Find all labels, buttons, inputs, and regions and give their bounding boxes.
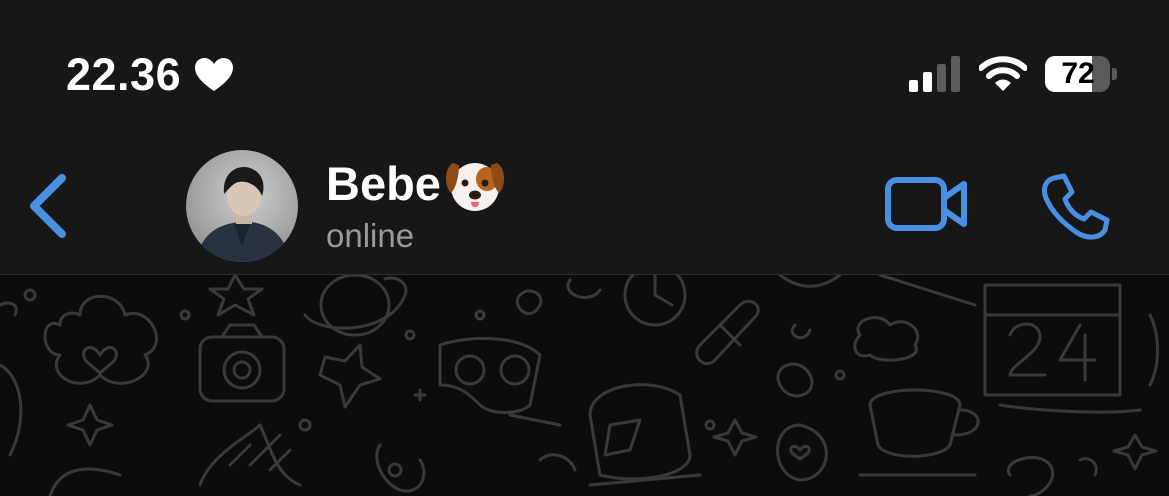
chat-wallpaper-doodles bbox=[0, 275, 1159, 496]
chevron-left-icon[interactable] bbox=[24, 172, 70, 240]
battery-cap bbox=[1112, 68, 1117, 80]
phone-icon[interactable] bbox=[1040, 172, 1112, 242]
heart-icon bbox=[195, 58, 234, 91]
system-icons: 72 bbox=[909, 52, 1117, 96]
contact-name: Bebe bbox=[326, 157, 441, 210]
contact-status: online bbox=[326, 217, 415, 254]
battery-indicator: 72 bbox=[1045, 54, 1117, 94]
status-bar: 22.36 72 bbox=[0, 0, 1169, 130]
avatar[interactable] bbox=[186, 150, 298, 262]
chat-area[interactable] bbox=[0, 275, 1169, 496]
battery-body: 72 bbox=[1045, 56, 1111, 92]
video-camera-icon[interactable] bbox=[884, 174, 970, 234]
chat-header: Bebe online bbox=[0, 130, 1169, 275]
status-time: 22.36 bbox=[66, 49, 182, 100]
wifi-icon bbox=[979, 56, 1027, 91]
cellular-signal-icon bbox=[909, 56, 960, 92]
dog-face-emoji-icon bbox=[445, 163, 505, 211]
contact-name-row[interactable]: Bebe bbox=[326, 154, 507, 214]
avatar-photo bbox=[186, 150, 298, 262]
status-time-group: 22.36 bbox=[66, 49, 234, 100]
battery-level: 72 bbox=[1061, 57, 1095, 90]
